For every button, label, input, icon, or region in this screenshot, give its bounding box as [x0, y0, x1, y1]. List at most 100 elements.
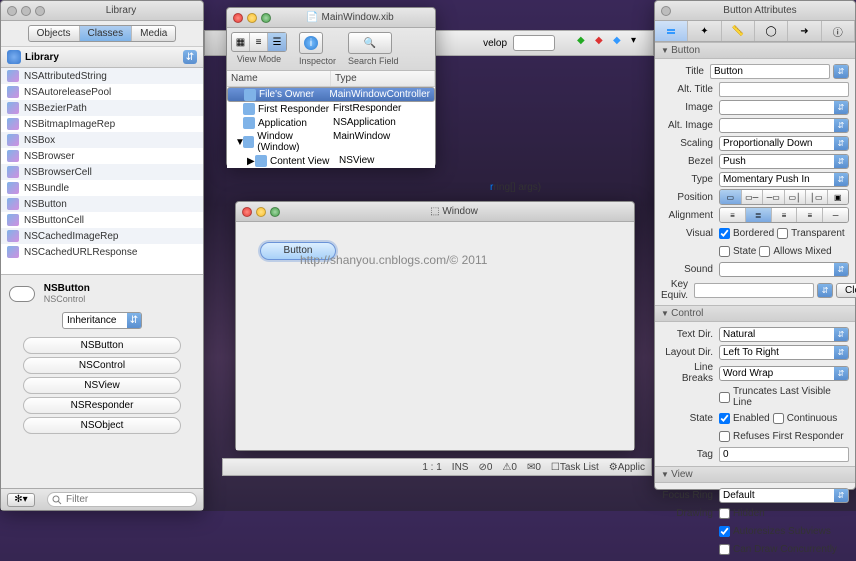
sound-combo[interactable]: ⇵: [719, 262, 849, 277]
outline-row[interactable]: File's OwnerMainWindowController: [227, 87, 435, 102]
error-count[interactable]: ⊘0: [478, 462, 492, 473]
zoom-icon[interactable]: [261, 13, 271, 23]
class-row[interactable]: NSBundle: [1, 180, 203, 196]
refuses-check[interactable]: Refuses First Responder: [719, 431, 844, 442]
inspector-button[interactable]: i: [299, 32, 323, 54]
tab-classes[interactable]: Classes: [80, 26, 133, 41]
class-icon: [7, 246, 19, 258]
inspector-tabs[interactable]: ✦ 📏 ◯ ➜ ⓘ: [655, 21, 855, 42]
linebreaks-combo[interactable]: Word Wrap⇵: [719, 366, 849, 381]
zoom-icon[interactable]: [35, 6, 45, 16]
transparent-check[interactable]: Transparent: [777, 228, 845, 239]
canvas-titlebar[interactable]: ⬚ Window: [236, 202, 634, 222]
state-check[interactable]: State: [719, 246, 756, 257]
class-row[interactable]: NSButton: [1, 196, 203, 212]
lbl-focusring: Focus Ring: [661, 490, 719, 501]
focusring-combo[interactable]: Default⇵: [719, 488, 849, 503]
enabled-check[interactable]: Enabled: [719, 413, 770, 424]
class-row[interactable]: NSButtonCell: [1, 212, 203, 228]
layoutdir-combo[interactable]: Left To Right⇵: [719, 345, 849, 360]
keyequiv-input[interactable]: [694, 283, 814, 298]
library-tabs[interactable]: Objects Classes Media: [28, 25, 177, 42]
class-row[interactable]: NSAutoreleasePool: [1, 84, 203, 100]
filter-input[interactable]: [47, 492, 197, 507]
inheritance-combo[interactable]: Inheritance ⇵: [62, 312, 142, 329]
chevron-down-icon: ⇵: [127, 313, 141, 328]
library-titlebar: Library: [1, 1, 203, 21]
minimize-icon[interactable]: [21, 6, 31, 16]
class-row[interactable]: NSBrowser: [1, 148, 203, 164]
mixed-check[interactable]: Allows Mixed: [759, 246, 831, 257]
hierarchy-row[interactable]: NSResponder: [23, 397, 181, 414]
outline-row[interactable]: ApplicationNSApplication: [227, 116, 435, 130]
library-dropdown-icon[interactable]: ⇵: [183, 50, 197, 64]
minimize-icon[interactable]: [256, 207, 266, 217]
hierarchy-row[interactable]: NSControl: [23, 357, 181, 374]
tag-input[interactable]: [719, 447, 849, 462]
tab-objects[interactable]: Objects: [29, 26, 80, 41]
close-icon[interactable]: [242, 207, 252, 217]
class-list[interactable]: NSAttributedStringNSAutoreleasePoolNSBez…: [1, 68, 203, 275]
zoom-icon[interactable]: [270, 207, 280, 217]
align-segment[interactable]: ≡≣≡≡─: [719, 207, 849, 223]
alttitle-input[interactable]: [719, 82, 849, 97]
altimage-combo[interactable]: ⇵: [719, 118, 849, 133]
toolstrip-combo[interactable]: [513, 35, 555, 51]
candraw-check[interactable]: Can Draw Concurrently: [719, 544, 837, 555]
lbl-position: Position: [661, 192, 719, 203]
view-mode-segment[interactable]: ▦≡☰: [231, 32, 287, 52]
tab-media[interactable]: Media: [132, 26, 175, 41]
autoresizes-check[interactable]: Autoresizes Subviews: [719, 526, 831, 537]
outline-row[interactable]: ▶Content ViewNSView: [227, 154, 435, 168]
hierarchy-row[interactable]: NSObject: [23, 417, 181, 434]
class-row[interactable]: NSBrowserCell: [1, 164, 203, 180]
hierarchy-row[interactable]: NSButton: [23, 337, 181, 354]
library-header[interactable]: Library ⇵: [1, 46, 203, 68]
title-input[interactable]: [710, 64, 830, 79]
col-name[interactable]: Name: [227, 71, 331, 86]
hierarchy-row[interactable]: NSView: [23, 377, 181, 394]
col-type[interactable]: Type: [331, 71, 435, 86]
outline-list[interactable]: File's OwnerMainWindowControllerFirst Re…: [227, 87, 435, 168]
minimize-icon[interactable]: [247, 13, 257, 23]
continuous-check[interactable]: Continuous: [773, 413, 838, 424]
section-button[interactable]: Button: [655, 42, 855, 59]
outline-header: Name Type: [227, 71, 435, 87]
clear-button[interactable]: Clear: [836, 283, 856, 298]
class-row[interactable]: NSAttributedString: [1, 68, 203, 84]
image-combo[interactable]: ⇵: [719, 100, 849, 115]
close-icon[interactable]: [233, 13, 243, 23]
tasklist-button[interactable]: ☐Task List: [551, 462, 599, 473]
truncates-check[interactable]: Truncates Last Visible Line: [719, 386, 849, 408]
position-segment[interactable]: ▭▭──▭▭││▭▣: [719, 189, 849, 205]
class-row[interactable]: NSCachedURLResponse: [1, 244, 203, 260]
lbl-visual: Visual: [661, 228, 719, 239]
bordered-check[interactable]: Bordered: [719, 228, 774, 239]
xib-title: MainWindow.xib: [321, 12, 393, 23]
textdir-combo[interactable]: Natural⇵: [719, 327, 849, 342]
keyequiv-menu[interactable]: ⇵: [817, 283, 833, 298]
class-row[interactable]: NSCachedImageRep: [1, 228, 203, 244]
close-icon[interactable]: [661, 6, 671, 16]
class-row[interactable]: NSBitmapImageRep: [1, 116, 203, 132]
scaling-combo[interactable]: Proportionally Down⇵: [719, 136, 849, 151]
section-view[interactable]: View: [655, 466, 855, 483]
hidden-check[interactable]: Hidden: [719, 508, 765, 519]
outline-row[interactable]: First ResponderFirstResponder: [227, 102, 435, 116]
class-row[interactable]: NSBezierPath: [1, 100, 203, 116]
close-icon[interactable]: [7, 6, 17, 16]
class-icon: [7, 118, 19, 130]
msg-count[interactable]: ✉0: [527, 462, 541, 473]
bezel-combo[interactable]: Push⇵: [719, 154, 849, 169]
class-row[interactable]: NSBox: [1, 132, 203, 148]
type-combo[interactable]: Momentary Push In⇵: [719, 172, 849, 187]
search-button[interactable]: 🔍: [348, 32, 392, 54]
warn-count[interactable]: ⚠0: [502, 462, 517, 473]
app-output[interactable]: ⚙Applic: [609, 462, 645, 473]
gear-icon[interactable]: ✻▾: [7, 493, 35, 507]
section-control[interactable]: Control: [655, 305, 855, 322]
chevron-down-icon[interactable]: ⇵: [834, 65, 848, 78]
outline-row[interactable]: ▼Window (Window)MainWindow: [227, 130, 435, 154]
toolstrip-icons[interactable]: ◆◆◆ ▾: [577, 35, 647, 51]
class-icon: [7, 86, 19, 98]
